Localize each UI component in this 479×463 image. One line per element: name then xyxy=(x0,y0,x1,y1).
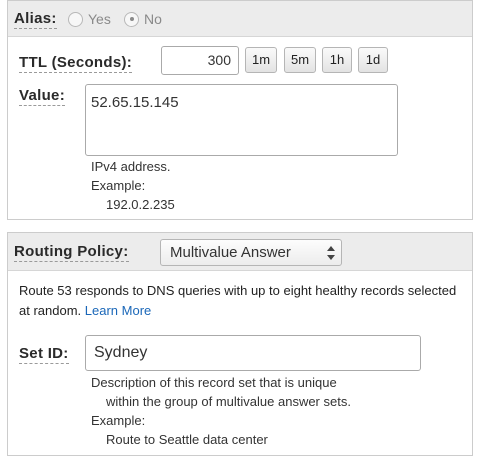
set-id-help-line: Description of this record set that is u… xyxy=(91,375,337,390)
alias-label: Alias: xyxy=(14,10,57,29)
value-label: Value: xyxy=(19,87,65,106)
alias-yes-label: Yes xyxy=(88,11,111,27)
ttl-label: TTL (Seconds): xyxy=(19,54,133,73)
alias-yes-option[interactable]: Yes xyxy=(68,11,111,27)
value-textarea[interactable]: 52.65.15.145 xyxy=(85,84,398,156)
value-textarea-text: 52.65.15.145 xyxy=(91,94,179,111)
ttl-1h-button[interactable]: 1h xyxy=(322,47,352,73)
set-id-help-line: Example: xyxy=(91,413,146,428)
routing-description: Route 53 responds to DNS queries with up… xyxy=(19,281,469,321)
alias-no-label: No xyxy=(144,11,162,27)
ttl-input-value: 300 xyxy=(207,52,231,68)
routing-band: Routing Policy: Multivalue Answer xyxy=(8,233,472,271)
ttl-input[interactable]: 300 xyxy=(161,46,239,75)
alias-yes-radio[interactable] xyxy=(68,11,83,27)
ttl-1d-button[interactable]: 1d xyxy=(358,47,388,73)
set-id-help-line: within the group of multivalue answer se… xyxy=(106,394,351,409)
set-id-help-line: Route to Seattle data center xyxy=(106,432,268,447)
routing-policy-select[interactable]: Multivalue Answer xyxy=(160,239,342,266)
value-help: IPv4 address. Example: 192.0.2.235 xyxy=(91,157,175,214)
select-arrows-icon xyxy=(327,246,335,260)
record-settings-panel: Alias: Yes No TTL (Seconds): 300 1m 5m 1… xyxy=(7,0,473,220)
set-id-help: Description of this record set that is u… xyxy=(91,373,351,449)
learn-more-link[interactable]: Learn More xyxy=(85,303,151,318)
value-help-line: Example: xyxy=(91,178,146,193)
value-help-line: IPv4 address. xyxy=(91,159,171,174)
routing-policy-label: Routing Policy: xyxy=(14,243,129,262)
alias-no-radio[interactable] xyxy=(124,11,139,27)
alias-band: Alias: Yes No xyxy=(8,1,472,37)
routing-policy-panel: Routing Policy: Multivalue Answer Route … xyxy=(7,232,473,456)
ttl-5m-button[interactable]: 5m xyxy=(284,47,316,73)
set-id-label: Set ID: xyxy=(19,345,69,364)
set-id-input-value: Sydney xyxy=(94,344,148,361)
value-help-line: 192.0.2.235 xyxy=(106,197,175,212)
routing-policy-selected: Multivalue Answer xyxy=(170,244,291,261)
alias-no-option[interactable]: No xyxy=(124,11,162,27)
set-id-input[interactable]: Sydney xyxy=(85,335,421,371)
ttl-1m-button[interactable]: 1m xyxy=(245,47,277,73)
